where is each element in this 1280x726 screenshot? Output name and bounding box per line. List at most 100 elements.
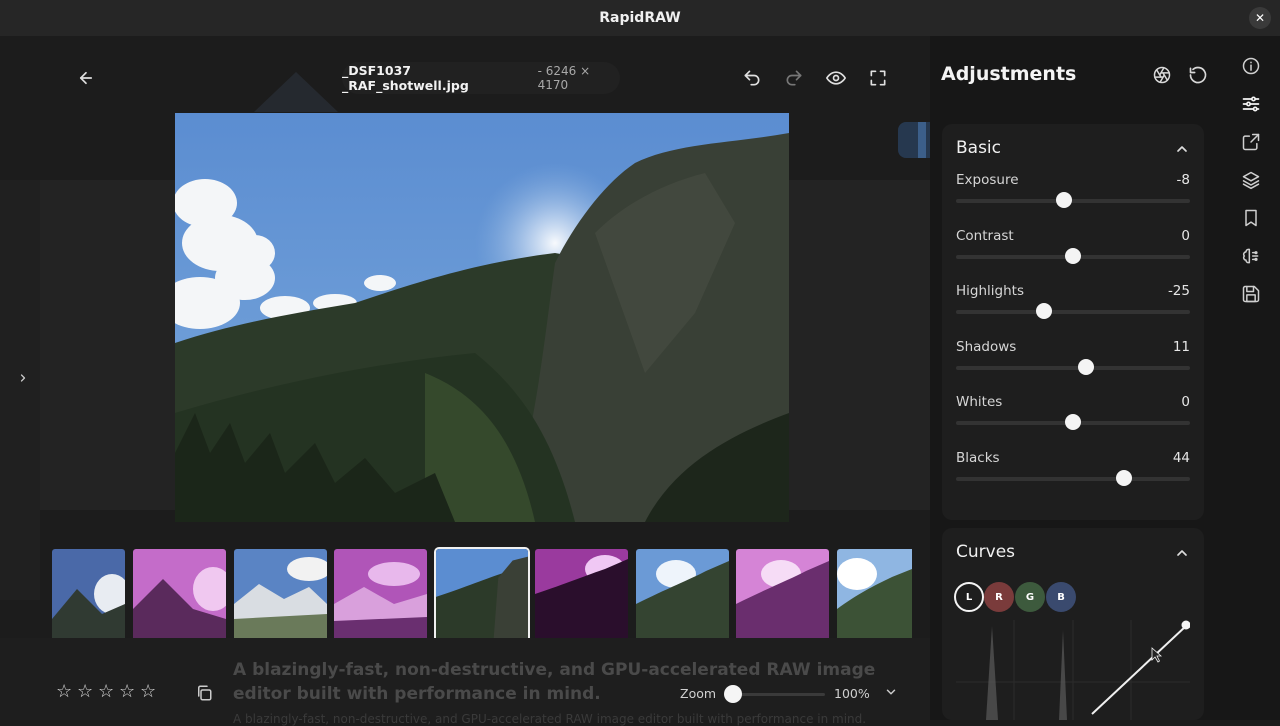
histogram [986, 626, 998, 720]
slider-track[interactable] [956, 365, 1190, 370]
curve-line [1091, 625, 1187, 715]
thumbnail[interactable] [234, 549, 327, 641]
star-rating[interactable]: ☆ ☆ ☆ ☆ ☆ [56, 683, 158, 701]
ai-tab[interactable] [1241, 246, 1261, 266]
slider-knob[interactable] [1077, 358, 1094, 375]
slider-label: Whites [956, 394, 1003, 410]
close-icon: ✕ [1254, 11, 1266, 25]
slider-whites[interactable]: Whites 0 [956, 394, 1190, 444]
copy-icon [198, 685, 212, 701]
eye-icon [826, 71, 846, 85]
thumbnail-image [535, 549, 628, 641]
save-tab[interactable] [1241, 284, 1261, 304]
thumbnail[interactable] [535, 549, 628, 641]
channel-blue-button[interactable]: B [1046, 582, 1076, 612]
preview-toggle-button[interactable] [822, 64, 850, 92]
left-panel-strip [0, 180, 40, 600]
slider-knob[interactable] [1065, 247, 1081, 264]
slider-knob[interactable] [1035, 303, 1052, 319]
slider-shadows[interactable]: Shadows 11 [956, 339, 1190, 389]
layers-tab[interactable] [1241, 170, 1261, 190]
channel-label: B [1057, 591, 1065, 603]
thumbnail[interactable] [334, 549, 427, 641]
thumbnail[interactable] [133, 549, 226, 641]
slider-value: -25 [1167, 283, 1190, 299]
channel-luma-button[interactable]: L [954, 582, 984, 612]
fullscreen-button[interactable] [864, 64, 892, 92]
title-bar: RapidRAW ✕ [0, 0, 1280, 36]
redo-button[interactable] [780, 64, 808, 92]
slider-track[interactable] [956, 310, 1190, 314]
slider-knob[interactable] [1065, 414, 1081, 430]
chevron-up-icon [1177, 550, 1187, 556]
thumbnail-image [52, 549, 125, 641]
zoom-slider-knob[interactable] [724, 685, 742, 703]
channel-red-button[interactable]: R [984, 582, 1014, 612]
section-title: Curves [956, 542, 1016, 562]
slider-knob[interactable] [1055, 192, 1072, 208]
zoom-dropdown-button[interactable] [884, 684, 902, 702]
presets-tab[interactable] [1241, 208, 1261, 228]
channel-label: L [965, 591, 973, 603]
slider-exposure[interactable]: Exposure -8 [956, 172, 1190, 222]
thumbnail[interactable] [837, 549, 912, 641]
close-button[interactable]: ✕ [1249, 7, 1271, 29]
thumbnail[interactable] [52, 549, 125, 641]
file-dimensions: - 6246 × 4170 [537, 64, 591, 92]
aperture-icon [1153, 66, 1171, 84]
filmstrip [52, 546, 912, 646]
thumbnail-selected[interactable] [434, 547, 530, 643]
undo-icon [744, 70, 760, 86]
info-button[interactable] [1241, 56, 1261, 76]
slider-blacks[interactable]: Blacks 44 [956, 450, 1190, 500]
slider-contrast[interactable]: Contrast 0 [956, 228, 1190, 278]
reset-adjustments-button[interactable] [1188, 65, 1210, 87]
curve-plot [956, 620, 1191, 720]
slider-value: -8 [1176, 172, 1190, 188]
star-icon[interactable]: ☆ [119, 683, 137, 701]
thumbnail-image [334, 549, 427, 641]
export-tab[interactable] [1241, 132, 1261, 152]
presets-button[interactable] [1152, 65, 1174, 87]
curves-graph[interactable] [956, 620, 1191, 720]
chevron-right-icon [20, 374, 26, 382]
star-icon[interactable]: ☆ [140, 683, 158, 701]
star-icon[interactable]: ☆ [77, 683, 95, 701]
slider-highlights[interactable]: Highlights -25 [956, 283, 1190, 333]
reset-icon [1189, 66, 1207, 84]
export-icon [1242, 133, 1260, 151]
slider-knob[interactable] [1116, 469, 1133, 486]
save-icon [1242, 285, 1260, 303]
collapse-basic-button[interactable] [1174, 141, 1190, 157]
thumbnail-image [133, 549, 226, 641]
slider-track[interactable] [956, 476, 1190, 481]
collapse-curves-button[interactable] [1174, 545, 1190, 561]
expand-left-panel-button[interactable] [14, 368, 32, 388]
thumbnail[interactable] [736, 549, 829, 641]
slider-label: Blacks [956, 449, 1000, 466]
zoom-label: Zoom [680, 686, 717, 701]
thumbnail-image [736, 549, 829, 641]
main-image[interactable] [175, 113, 789, 522]
star-icon[interactable]: ☆ [56, 683, 74, 701]
chevron-down-icon [886, 689, 896, 695]
star-icon[interactable]: ☆ [98, 683, 116, 701]
thumbnail-image [436, 549, 528, 641]
slider-label: Shadows [956, 338, 1017, 355]
channel-label: G [1025, 591, 1035, 603]
slider-track[interactable] [956, 199, 1190, 203]
thumbnail-image [636, 549, 729, 641]
chevron-up-icon [1177, 146, 1187, 152]
bookmark-icon [1245, 209, 1257, 227]
channel-label: R [995, 591, 1003, 603]
back-button[interactable] [72, 64, 100, 92]
adjustments-tab[interactable] [1241, 94, 1261, 114]
copy-settings-button[interactable] [195, 684, 215, 704]
panel-tab-decoration [898, 122, 932, 158]
channel-green-button[interactable]: G [1015, 582, 1045, 612]
panel-title: Adjustments [941, 63, 1077, 85]
zoom-slider-track[interactable] [733, 693, 825, 696]
slider-value: 0 [1181, 394, 1190, 410]
thumbnail[interactable] [636, 549, 729, 641]
undo-button[interactable] [738, 64, 766, 92]
